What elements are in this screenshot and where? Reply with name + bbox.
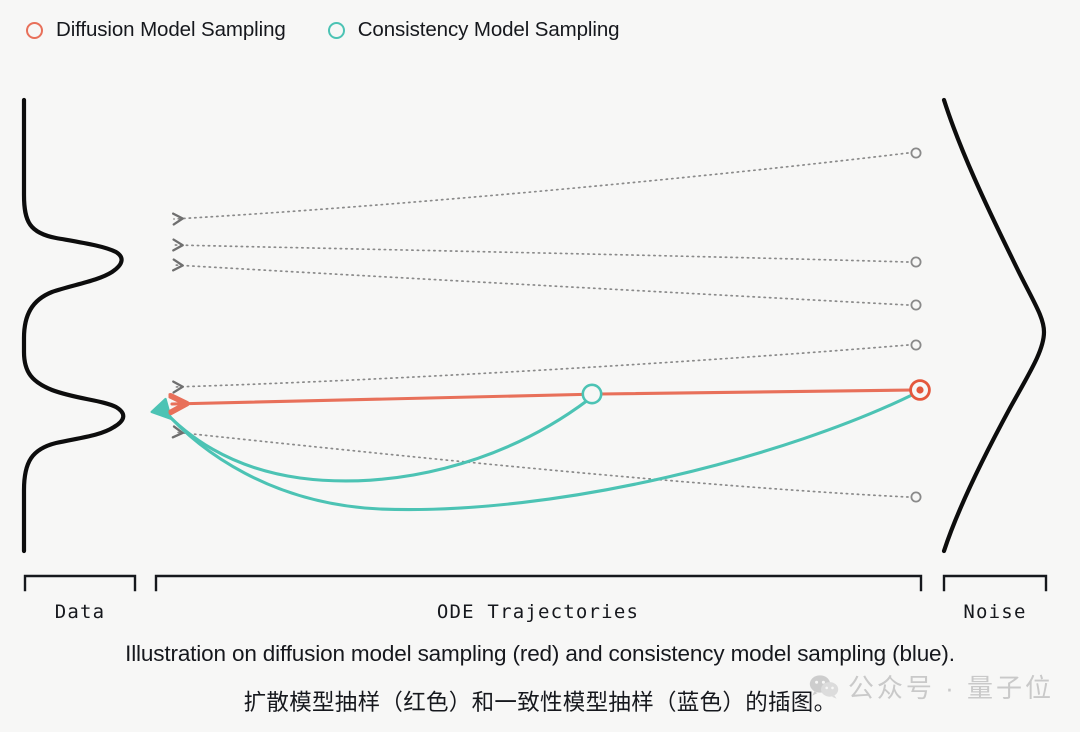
ode-trajectory xyxy=(171,152,909,226)
endpoint-marker-group xyxy=(910,147,922,503)
ode-trajectory xyxy=(172,344,909,394)
caption-english: Illustration on diffusion model sampling… xyxy=(125,641,955,666)
ode-trajectory xyxy=(172,238,909,263)
bracket-label-data: Data xyxy=(54,601,106,623)
noise-start-marker-dot xyxy=(916,386,924,394)
caption-chinese: 扩散模型抽样（红色）和一致性模型抽样（蓝色）的插图。 xyxy=(243,690,837,715)
endpoint-marker xyxy=(910,491,922,503)
consistency-path-group xyxy=(150,392,916,512)
endpoint-marker xyxy=(910,147,922,159)
endpoint-marker xyxy=(910,299,922,311)
consistency-path-from-noise xyxy=(160,392,916,512)
endpoint-marker xyxy=(910,339,922,351)
data-distribution-curve xyxy=(21,97,126,554)
bracket-label-noise: Noise xyxy=(963,601,1027,623)
bracket-label-ode-trajectories: ODE Trajectories xyxy=(436,601,640,623)
ode-trajectory xyxy=(171,258,909,306)
bracket-data xyxy=(23,574,137,592)
bracket-ode xyxy=(154,574,923,592)
consistency-path-from-midpoint xyxy=(150,397,590,483)
bracket-noise xyxy=(942,574,1048,592)
bracket-group xyxy=(23,574,1048,592)
diffusion-sampling-path xyxy=(172,388,915,404)
noise-distribution-curve xyxy=(941,97,1047,554)
figure-root: Diffusion Model Sampling Consistency Mod… xyxy=(0,0,1080,732)
endpoint-marker xyxy=(910,256,922,268)
consistency-midpoint-marker xyxy=(581,383,603,405)
ode-trajectory-group xyxy=(171,152,909,498)
